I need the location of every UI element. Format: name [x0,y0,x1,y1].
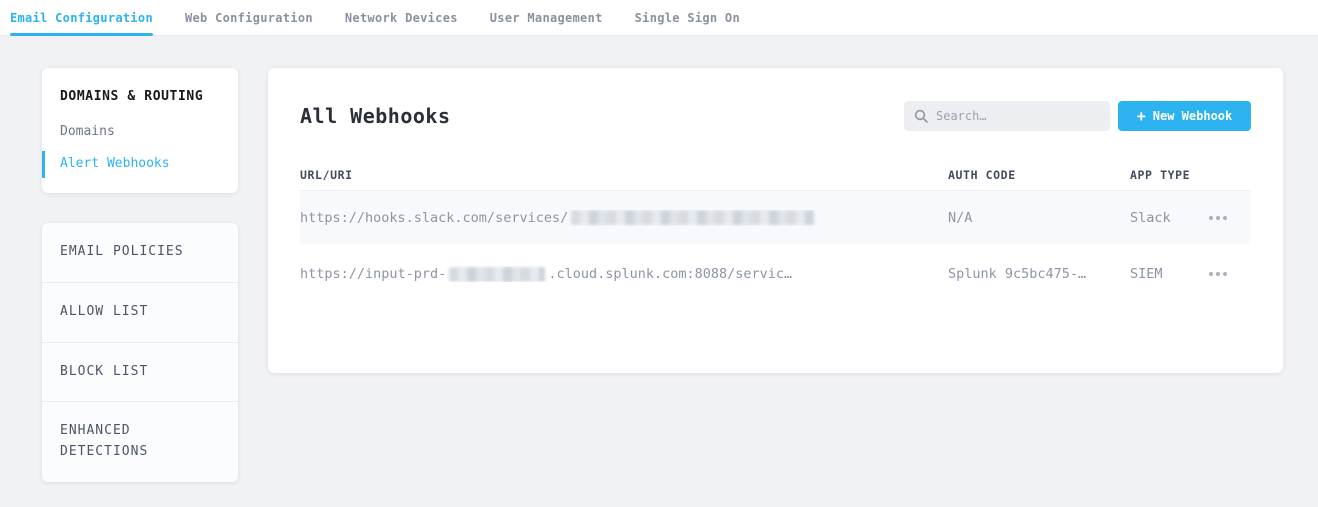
tab-web-configuration[interactable]: Web Configuration [185,0,313,35]
table-row-splunk-webhook[interactable]: https://input-prd- .cloud.splunk.com:808… [300,244,1251,304]
webhook-url-cell: https://input-prd- .cloud.splunk.com:808… [300,266,948,282]
redacted-url-segment [571,210,814,225]
search-box[interactable] [904,101,1110,131]
page-title: All Webhooks [300,104,451,128]
search-icon [914,109,928,123]
table-header-row: URL/URI AUTH CODE APP TYPE [300,159,1251,191]
sidebar-item-domains[interactable]: Domains [60,124,220,139]
webhooks-panel: All Webhooks + New Webhook URL/URI [268,68,1283,373]
page-content: DOMAINS & ROUTING Domains Alert Webhooks… [0,36,1318,482]
url-text-suffix: .cloud.splunk.com:8088/servic… [548,266,792,282]
webhooks-panel-header: All Webhooks + New Webhook [300,68,1251,131]
app-type-cell: Slack [1130,210,1207,226]
domains-routing-card: DOMAINS & ROUTING Domains Alert Webhooks [42,68,238,193]
search-input[interactable] [936,109,1100,123]
new-webhook-button-label: New Webhook [1153,109,1232,123]
actions-cell [1207,266,1251,282]
table-row-slack-webhook[interactable]: https://hooks.slack.com/services/ N/A Sl… [300,191,1251,244]
redacted-url-segment [449,267,545,282]
top-navigation: Email Configuration Web Configuration Ne… [0,0,1318,36]
domains-routing-heading: DOMAINS & ROUTING [60,89,220,104]
new-webhook-button[interactable]: + New Webhook [1118,101,1251,131]
sidebar-item-email-policies[interactable]: EMAIL POLICIES [42,223,238,283]
webhooks-table: URL/URI AUTH CODE APP TYPE https://hooks… [300,159,1251,304]
tab-network-devices[interactable]: Network Devices [345,0,458,35]
tab-single-sign-on[interactable]: Single Sign On [635,0,740,35]
sidebar-sections-card: EMAIL POLICIES ALLOW LIST BLOCK LIST ENH… [42,223,238,482]
actions-cell [1207,210,1251,226]
auth-code-cell: N/A [948,210,1130,226]
url-text: https://input-prd- [300,266,446,282]
sidebar-item-block-list[interactable]: BLOCK LIST [42,343,238,403]
column-header-url: URL/URI [300,168,948,182]
sidebar-item-allow-list[interactable]: ALLOW LIST [42,283,238,343]
header-actions: + New Webhook [904,101,1251,131]
more-options-button[interactable] [1207,266,1229,282]
sidebar: DOMAINS & ROUTING Domains Alert Webhooks… [42,68,238,482]
column-header-auth-code: AUTH CODE [948,168,1130,182]
url-text: https://hooks.slack.com/services/ [300,210,568,226]
tab-email-configuration[interactable]: Email Configuration [10,0,153,35]
auth-code-cell: Splunk 9c5bc475-… [948,266,1130,282]
sidebar-item-alert-webhooks[interactable]: Alert Webhooks [60,156,220,171]
plus-icon: + [1137,109,1146,124]
tab-user-management[interactable]: User Management [490,0,603,35]
more-options-button[interactable] [1207,210,1229,226]
sidebar-item-enhanced-detections[interactable]: ENHANCED DETECTIONS [42,402,238,482]
webhook-url-cell: https://hooks.slack.com/services/ [300,210,948,226]
app-type-cell: SIEM [1130,266,1207,282]
column-header-app-type: APP TYPE [1130,168,1207,182]
